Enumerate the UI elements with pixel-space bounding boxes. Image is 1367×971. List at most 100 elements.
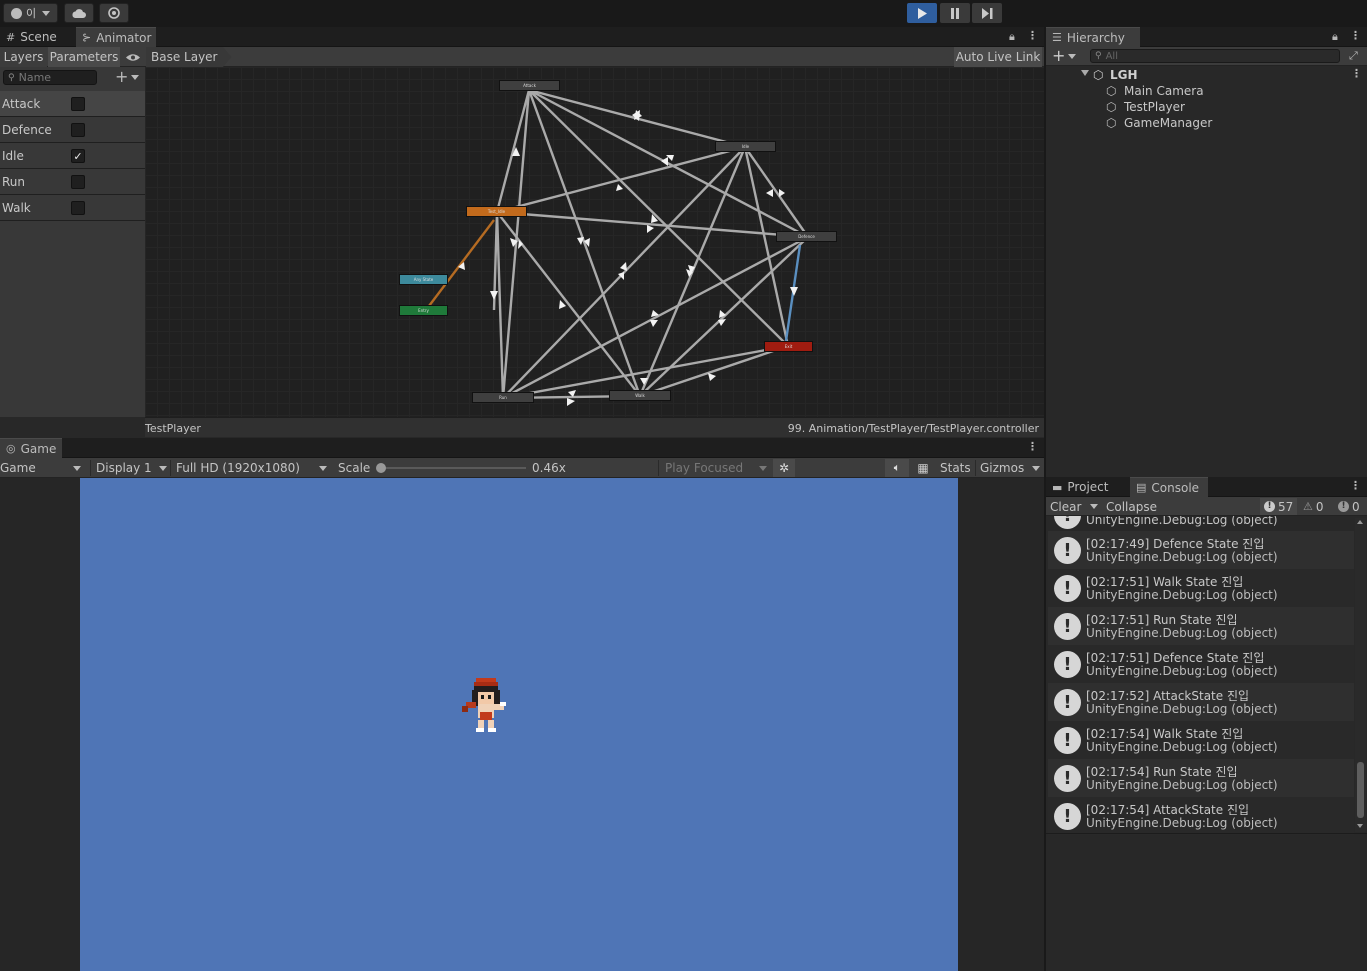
log-entry[interactable]: ! [02:17:49] Defence State 진입 UnityEngine.…	[1048, 531, 1354, 569]
state-name: Attack	[523, 83, 536, 88]
state-name: Idle	[741, 144, 750, 149]
lock-icon[interactable]: 🔒︎	[1332, 31, 1338, 42]
frame-debugger-button[interactable]: ✲	[773, 459, 795, 477]
log-source: UnityEngine.Debug:Log (object)	[1086, 740, 1278, 754]
state-node[interactable]: Run	[472, 392, 534, 403]
chevron-down-icon	[1032, 465, 1040, 471]
tab-console[interactable]: ▤ Console	[1130, 477, 1208, 497]
clear-button[interactable]: Clear	[1050, 500, 1081, 514]
log-entry[interactable]: ! [02:17:54] AttackState 진입 UnityEngine.De…	[1048, 797, 1354, 835]
scene-row[interactable]: ⬡ LGH ⋮	[1046, 67, 1367, 83]
gameobject-cube-icon: ⬡	[1106, 116, 1117, 130]
animator-footer: TestPlayer 99. Animation/TestPlayer/Test…	[145, 417, 1044, 437]
info-icon: !	[1264, 501, 1275, 512]
state-name: Entry	[418, 308, 429, 313]
expand-arrow-icon[interactable]	[1081, 70, 1089, 76]
tab-game-label: Game	[20, 441, 57, 456]
log-entry[interactable]: ! [02:17:54] Run State 진입 UnityEngine.Debu…	[1048, 759, 1354, 797]
log-entry[interactable]: ! [02:17:51] Defence State 진입 UnityEngine.…	[1048, 645, 1354, 683]
hierarchy-item[interactable]: ⬡ GameManager	[1046, 115, 1367, 131]
warning-count-toggle[interactable]: ⚠ 0	[1300, 498, 1327, 515]
log-entry[interactable]: ! [02:17:52] AttackState 진입 UnityEngine.De…	[1048, 683, 1354, 721]
log-source: UnityEngine.Debug:Log (object)	[1086, 516, 1278, 527]
clear-options-chevron-icon[interactable]	[1090, 504, 1098, 509]
scroll-up-arrow-icon[interactable]	[1357, 520, 1363, 524]
log-entry[interactable]: ! [02:17:54] Walk State 진입 UnityEngine.Deb…	[1048, 721, 1354, 759]
info-icon: !	[1054, 765, 1081, 792]
more-menu-icon[interactable]: ⋮	[1350, 30, 1361, 41]
tab-game[interactable]: ◎ Game	[0, 438, 62, 458]
chevron-down-icon	[1068, 53, 1077, 59]
log-entry[interactable]: ! [02:17:51] Walk State 진입 UnityEngine.Deb…	[1048, 569, 1354, 607]
stats-button[interactable]: Stats	[940, 461, 971, 475]
player-sprite	[462, 678, 506, 732]
grid-icon: ▦	[917, 461, 929, 475]
scale-slider-track[interactable]	[380, 467, 526, 469]
game-view-dropdown[interactable]: Game	[0, 460, 84, 476]
state-node[interactable]: Exit	[764, 341, 813, 352]
hierarchy-item-label: Main Camera	[1124, 84, 1204, 98]
state-node[interactable]: Attack	[499, 80, 560, 91]
create-button[interactable]: +	[1052, 46, 1077, 65]
search-icon: ⚲	[1095, 51, 1102, 61]
more-menu-icon[interactable]: ⋮	[1027, 441, 1038, 452]
scale-slider-thumb[interactable]	[376, 463, 386, 473]
tab-hierarchy[interactable]: ☰ Hierarchy	[1046, 27, 1140, 47]
tab-console-label: Console	[1151, 480, 1200, 495]
scale-label: Scale	[338, 461, 371, 475]
info-icon: !	[1054, 613, 1081, 640]
gizmos-dropdown[interactable]: Gizmos	[975, 460, 1043, 476]
resolution-dropdown[interactable]: Full HD (1920x1080)	[170, 460, 330, 476]
scroll-down-arrow-icon[interactable]	[1357, 824, 1363, 828]
hierarchy-search-input[interactable]: ⚲ All	[1090, 49, 1340, 63]
search-options-icon[interactable]: ⤢	[1349, 50, 1358, 61]
state-name: Defence	[798, 234, 815, 239]
console-icon: ▤	[1136, 481, 1147, 494]
hierarchy-search-placeholder: All	[1105, 50, 1118, 62]
tab-project[interactable]: ▬ Project	[1046, 477, 1128, 497]
log-entry-partial[interactable]: ! UnityEngine.Debug:Log (object)	[1048, 516, 1354, 530]
log-source: UnityEngine.Debug:Log (object)	[1086, 664, 1278, 678]
controller-name: TestPlayer	[145, 422, 201, 435]
hierarchy-item[interactable]: ⬡ Main Camera	[1046, 83, 1367, 99]
plus-icon: +	[1052, 46, 1066, 65]
state-node[interactable]: Test_Idle	[466, 206, 527, 217]
log-source: UnityEngine.Debug:Log (object)	[1086, 588, 1278, 602]
chevron-down-icon	[319, 465, 327, 471]
state-name: Run	[499, 395, 507, 400]
state-node[interactable]: Idle	[715, 141, 776, 152]
log-entry[interactable]: ! [02:17:51] Run State 진입 UnityEngine.Debu…	[1048, 607, 1354, 645]
info-icon: !	[1054, 575, 1081, 602]
collapse-button[interactable]: Collapse	[1106, 500, 1157, 514]
display-label: Display 1	[96, 461, 152, 475]
display-dropdown[interactable]: Display 1	[90, 460, 170, 476]
play-focused-dropdown[interactable]: Play Focused	[658, 460, 770, 476]
log-source: UnityEngine.Debug:Log (object)	[1086, 626, 1278, 640]
console-divider	[1046, 833, 1367, 834]
more-menu-icon[interactable]: ⋮	[1350, 480, 1361, 491]
folder-icon: ▬	[1052, 480, 1063, 494]
state-machine-graph	[428, 88, 809, 406]
console-scrollbar[interactable]	[1355, 518, 1366, 832]
info-icon: !	[1054, 727, 1081, 754]
more-menu-icon[interactable]: ⋮	[1351, 68, 1362, 79]
state-node[interactable]: Entry	[399, 305, 448, 316]
log-count: 57	[1278, 499, 1294, 514]
game-viewport[interactable]	[80, 478, 958, 971]
gameobject-cube-icon: ⬡	[1106, 84, 1117, 98]
log-count-toggle[interactable]: ! 57	[1260, 498, 1298, 515]
error-count-toggle[interactable]: ! 0	[1335, 498, 1363, 515]
state-name: Any State	[413, 277, 434, 282]
hierarchy-item[interactable]: ⬡ TestPlayer	[1046, 99, 1367, 115]
tab-hierarchy-label: Hierarchy	[1066, 30, 1125, 45]
console-tabbar: ▬ Project ▤ Console ⋮	[1046, 477, 1367, 497]
mute-audio-button[interactable]: 🔈︎	[885, 459, 909, 477]
state-node[interactable]: Walk	[609, 390, 671, 401]
state-name: Test_Idle	[487, 209, 506, 214]
log-source: UnityEngine.Debug:Log (object)	[1086, 702, 1278, 716]
scrollbar-thumb[interactable]	[1357, 762, 1364, 818]
state-node[interactable]: Any State	[399, 274, 448, 285]
entry-transition-line	[428, 219, 495, 307]
grid-toggle-button[interactable]: ▦	[912, 460, 934, 476]
state-node[interactable]: Defence	[776, 231, 837, 242]
